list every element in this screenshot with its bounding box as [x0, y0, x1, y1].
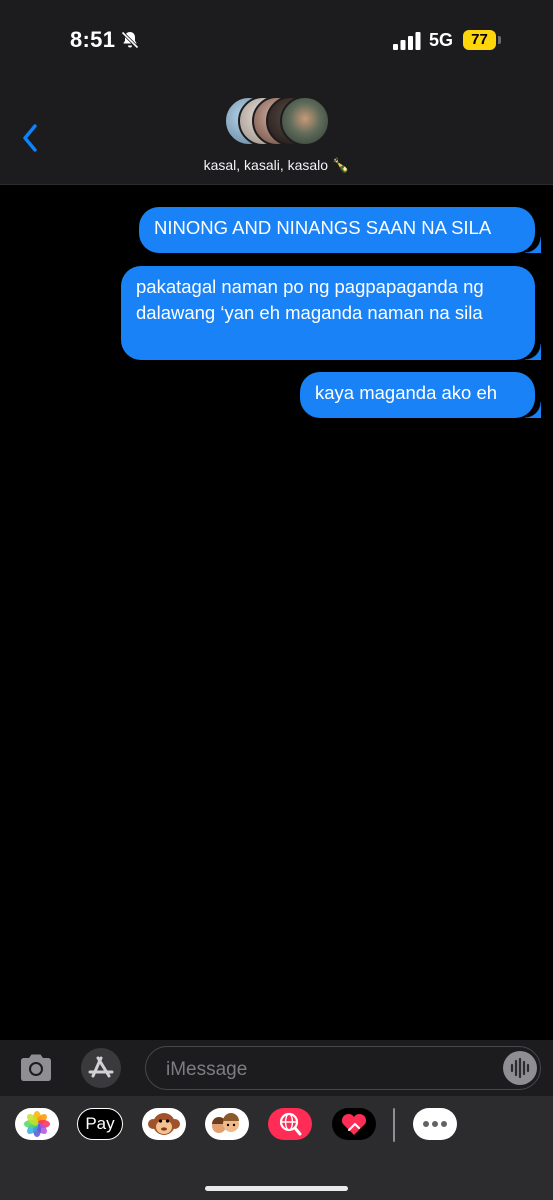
globe-search-glyph: [279, 1112, 302, 1136]
message-input[interactable]: iMessage: [145, 1046, 541, 1090]
battery-level: 77: [463, 30, 496, 50]
ellipsis-glyph: [423, 1121, 447, 1127]
monkey-face: [148, 1113, 180, 1135]
search-images-icon[interactable]: [268, 1108, 312, 1140]
home-indicator[interactable]: [205, 1186, 348, 1191]
network-type: 5G: [429, 30, 454, 50]
group-avatar-stack[interactable]: [224, 96, 334, 150]
app-store-button[interactable]: [81, 1048, 121, 1088]
battery-icon: 77: [463, 30, 501, 50]
bell-muted-icon: [121, 31, 139, 49]
apple-pay-label: Pay: [85, 1114, 115, 1133]
waveform-icon: [510, 1057, 530, 1079]
digital-touch-icon[interactable]: [332, 1108, 376, 1140]
memoji-icon[interactable]: [205, 1108, 249, 1140]
more-icon[interactable]: [413, 1108, 457, 1140]
photos-flower: [24, 1111, 50, 1137]
avatar: [280, 96, 330, 146]
battery-cap: [498, 36, 501, 44]
conversation-header: 8:51 5G 77 kasal, kasali, kasalo 🍾: [0, 0, 553, 185]
photos-icon[interactable]: [15, 1108, 59, 1140]
conversation-name[interactable]: kasal, kasali, kasalo 🍾: [0, 157, 553, 174]
status-time: 8:51: [70, 27, 116, 52]
message-bubble-outgoing[interactable]: NINONG AND NINANGS SAAN NA SILA: [139, 207, 541, 253]
audio-message-button[interactable]: [503, 1051, 537, 1085]
compose-bar: iMessage: [0, 1040, 553, 1096]
apple-pay-icon[interactable]: Pay: [77, 1108, 123, 1140]
message-input-placeholder: iMessage: [166, 1059, 248, 1080]
message-bubble-outgoing[interactable]: kaya maganda ako eh: [300, 372, 541, 418]
animoji-icon[interactable]: [142, 1108, 186, 1140]
message-bubble-outgoing[interactable]: pakatagal naman po ng pagpapaganda ng da…: [121, 266, 541, 360]
app-drawer-divider: [393, 1108, 395, 1142]
messages-screen: 8:51 5G 77 kasal, kasali, kasalo 🍾 NINON…: [0, 0, 553, 1200]
back-chevron-icon[interactable]: [18, 120, 46, 156]
camera-icon[interactable]: [18, 1052, 54, 1084]
app-store-icon: [88, 1056, 114, 1078]
heart-hand-glyph: [341, 1113, 367, 1135]
cellular-signal-icon: [393, 32, 421, 50]
imessage-app-drawer: Pay: [0, 1096, 553, 1200]
memoji-faces: [212, 1113, 239, 1133]
